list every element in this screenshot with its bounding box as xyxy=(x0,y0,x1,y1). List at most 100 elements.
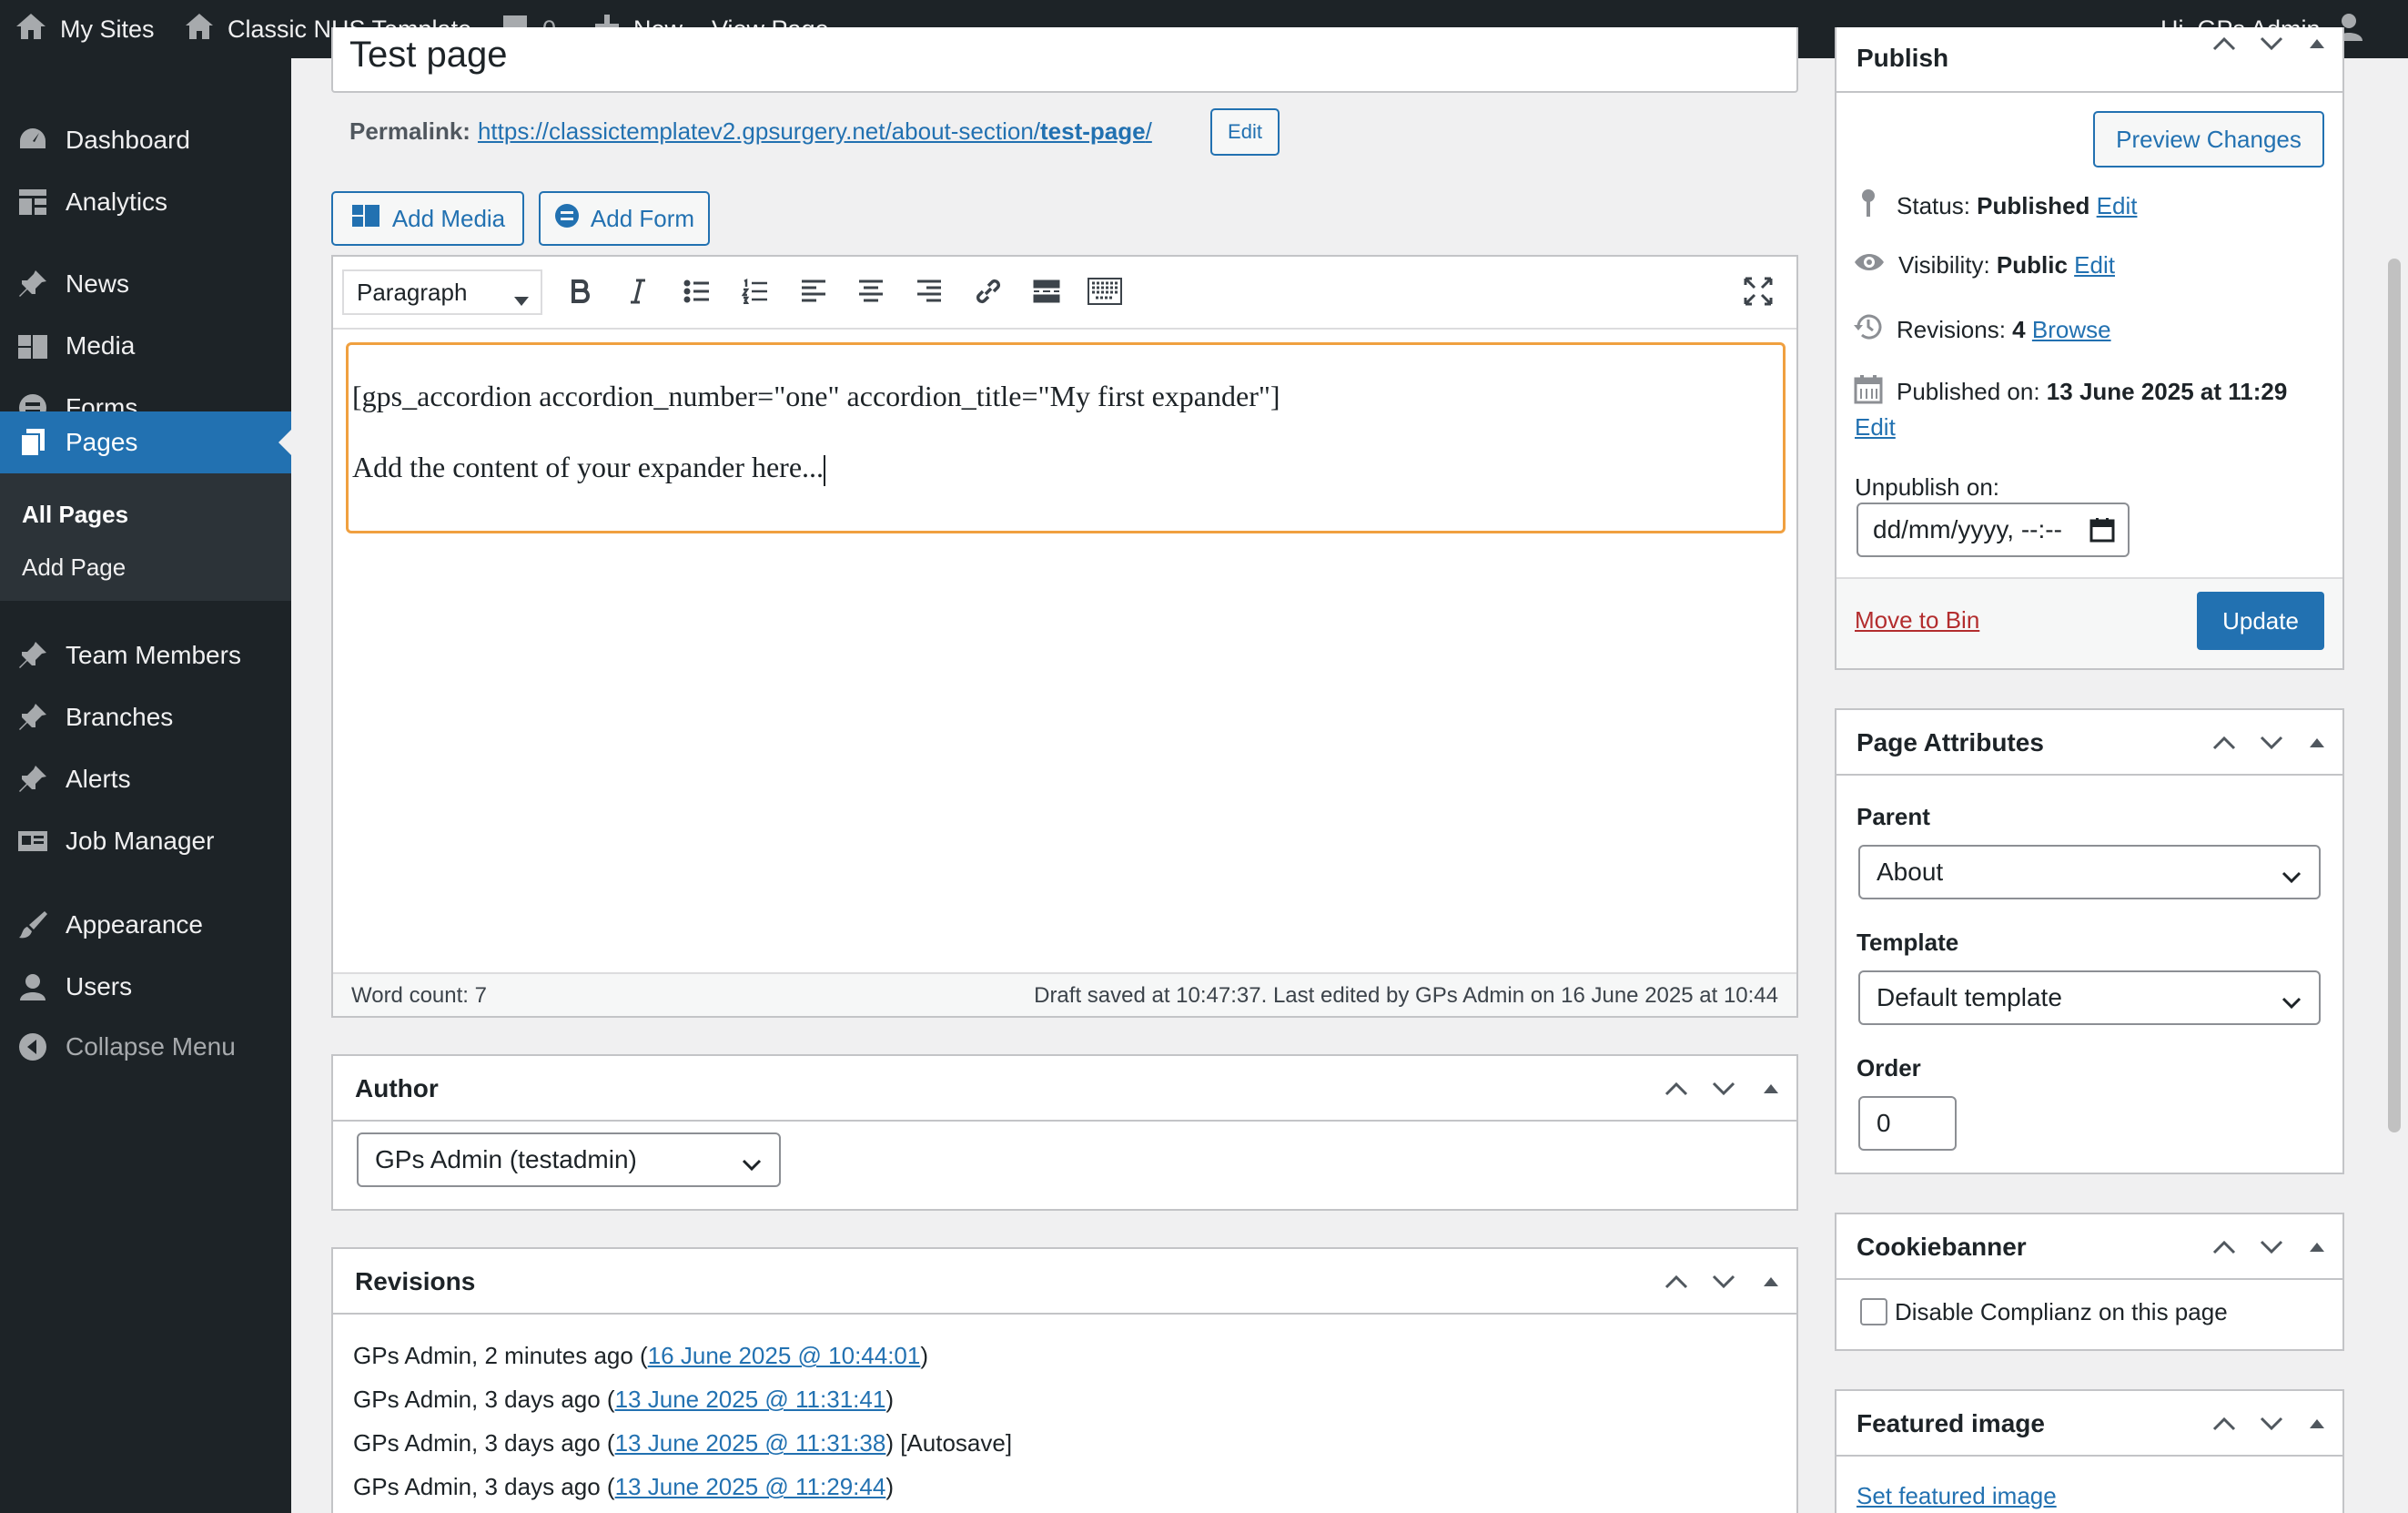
revision-author: GPs Admin, 3 days ago ( xyxy=(353,1386,615,1413)
sidebar-item-appearance[interactable]: Appearance xyxy=(0,894,291,956)
cookiebanner-title: Cookiebanner xyxy=(1857,1233,2027,1261)
align-left-button[interactable] xyxy=(795,273,832,310)
sidebar-item-alerts[interactable]: Alerts xyxy=(0,748,291,810)
edit-visibility-link[interactable]: Edit xyxy=(2074,251,2115,279)
permalink-label: Permalink: xyxy=(349,117,470,145)
submenu-add-page[interactable]: Add Page xyxy=(22,553,126,582)
revision-link[interactable]: 13 June 2025 @ 11:31:38 xyxy=(615,1429,886,1457)
update-button[interactable]: Update xyxy=(2197,592,2324,650)
move-down-button[interactable] xyxy=(1705,1249,1742,1315)
sidebar-item-job-manager[interactable]: Job Manager xyxy=(0,810,291,872)
browse-revisions-link[interactable]: Browse xyxy=(2032,316,2111,343)
unpublish-datetime-input[interactable]: dd/mm/yyyy, --:-- xyxy=(1857,503,2130,557)
revision-link[interactable]: 13 June 2025 @ 11:31:41 xyxy=(615,1386,886,1413)
sidebar-item-dashboard[interactable]: Dashboard xyxy=(0,109,291,171)
author-metabox: Author GPs Admin (testadmin) xyxy=(331,1054,1798,1211)
id-card-icon xyxy=(16,825,49,858)
sidebar-item-label: Appearance xyxy=(66,910,204,939)
users-icon xyxy=(16,970,49,1003)
collapse-icon xyxy=(16,1031,49,1063)
chevron-down-icon xyxy=(2260,36,2283,51)
pin-icon xyxy=(16,268,49,300)
insert-link-button[interactable] xyxy=(970,273,1007,310)
disable-complianz-checkbox[interactable] xyxy=(1860,1298,1887,1325)
sidebar-item-media[interactable]: Media xyxy=(0,315,291,377)
numbered-list-button[interactable] xyxy=(737,273,774,310)
link-icon xyxy=(976,279,1001,304)
status-value: Published xyxy=(1977,192,2090,219)
bullet-list-icon xyxy=(683,279,709,303)
move-down-button[interactable] xyxy=(2253,11,2290,76)
status-label: Status: xyxy=(1897,192,1970,219)
form-icon xyxy=(554,203,580,235)
move-up-button[interactable] xyxy=(2206,1214,2242,1280)
move-down-button[interactable] xyxy=(2253,1391,2290,1457)
keyboard-icon xyxy=(1088,278,1122,305)
editor-container: Paragraph [gps_accordion accordion_numbe… xyxy=(331,255,1798,1018)
fullscreen-button[interactable] xyxy=(1740,273,1776,310)
permalink-link[interactable]: https://classictemplatev2.gpsurgery.net/… xyxy=(478,117,1152,146)
toolbar-toggle-button[interactable] xyxy=(1087,273,1123,310)
scrollbar-thumb[interactable] xyxy=(2388,259,2401,1132)
italic-button[interactable] xyxy=(620,273,656,310)
revision-link[interactable]: 16 June 2025 @ 10:44:01 xyxy=(648,1342,921,1369)
revision-suffix: ) xyxy=(885,1386,894,1413)
move-up-button[interactable] xyxy=(1658,1056,1695,1122)
bold-button[interactable] xyxy=(562,273,599,310)
move-down-button[interactable] xyxy=(1705,1056,1742,1122)
page-scrollbar[interactable] xyxy=(2384,58,2408,1513)
move-down-button[interactable] xyxy=(2253,710,2290,776)
chevron-down-icon xyxy=(1712,1274,1735,1289)
triangle-up-icon xyxy=(2310,1243,2324,1252)
title-input[interactable]: Test page xyxy=(331,27,1798,93)
collapse-menu-button[interactable]: Collapse Menu xyxy=(0,1016,291,1078)
visibility-label: Visibility: xyxy=(1898,251,1990,279)
revision-link[interactable]: 13 June 2025 @ 11:29:44 xyxy=(615,1473,886,1500)
toggle-panel-button[interactable] xyxy=(2299,1214,2335,1280)
align-center-button[interactable] xyxy=(853,273,889,310)
chevron-down-icon xyxy=(2281,989,2302,1018)
sidebar-item-team-members[interactable]: Team Members xyxy=(0,624,291,686)
author-select[interactable]: GPs Admin (testadmin) xyxy=(357,1132,781,1187)
align-left-icon xyxy=(802,279,825,302)
parent-select[interactable]: About xyxy=(1858,845,2321,899)
sidebar-item-branches[interactable]: Branches xyxy=(0,686,291,748)
template-select[interactable]: Default template xyxy=(1858,970,2321,1025)
read-more-button[interactable] xyxy=(1028,273,1065,310)
toggle-panel-button[interactable] xyxy=(1753,1056,1789,1122)
sidebar-item-analytics[interactable]: Analytics xyxy=(0,171,291,233)
move-up-button[interactable] xyxy=(2206,710,2242,776)
sidebar-item-users[interactable]: Users xyxy=(0,956,291,1018)
add-form-button[interactable]: Add Form xyxy=(539,191,710,246)
sidebar-item-pages[interactable]: Pages xyxy=(0,411,291,473)
set-featured-image-link[interactable]: Set featured image xyxy=(1857,1482,2057,1510)
toggle-panel-button[interactable] xyxy=(2299,710,2335,776)
add-media-button[interactable]: Add Media xyxy=(331,191,524,246)
chevron-down-icon xyxy=(2260,736,2283,750)
bullet-list-button[interactable] xyxy=(679,273,715,310)
content-editor[interactable]: [gps_accordion accordion_number="one" ac… xyxy=(346,342,1786,533)
edit-status-link[interactable]: Edit xyxy=(2097,192,2138,219)
move-down-button[interactable] xyxy=(2253,1214,2290,1280)
italic-icon xyxy=(631,279,645,304)
my-sites-menu[interactable]: My Sites xyxy=(15,0,155,58)
order-input[interactable]: 0 xyxy=(1858,1096,1957,1151)
triangle-up-icon xyxy=(2310,738,2324,747)
preview-changes-button[interactable]: Preview Changes xyxy=(2093,111,2324,168)
move-up-button[interactable] xyxy=(2206,11,2242,76)
move-up-button[interactable] xyxy=(2206,1391,2242,1457)
permalink-edit-button[interactable]: Edit xyxy=(1210,108,1280,156)
sidebar-item-news[interactable]: News xyxy=(0,253,291,315)
toggle-panel-button[interactable] xyxy=(2299,11,2335,76)
format-select[interactable]: Paragraph xyxy=(342,269,542,315)
submenu-all-pages[interactable]: All Pages xyxy=(22,501,128,529)
toggle-panel-button[interactable] xyxy=(1753,1249,1789,1315)
move-up-button[interactable] xyxy=(1658,1249,1695,1315)
toggle-panel-button[interactable] xyxy=(2299,1391,2335,1457)
pin-icon xyxy=(16,701,49,734)
align-right-button[interactable] xyxy=(911,273,947,310)
permalink-trailing: / xyxy=(1145,117,1152,145)
edit-publish-date-link[interactable]: Edit xyxy=(1855,413,1896,442)
disable-complianz-label: Disable Complianz on this page xyxy=(1895,1298,2228,1325)
move-to-bin-link[interactable]: Move to Bin xyxy=(1855,606,1979,635)
